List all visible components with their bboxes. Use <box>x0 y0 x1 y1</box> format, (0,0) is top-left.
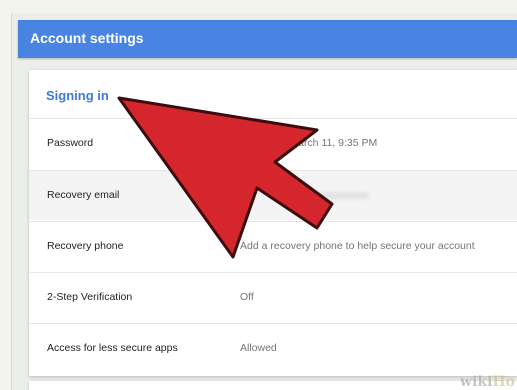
wikihow-watermark: wikiHo <box>460 374 515 390</box>
row-value: Add a recovery phone to help secure your… <box>240 240 475 252</box>
row-recovery-email[interactable]: Recovery email <box>29 170 517 220</box>
row-recovery-phone[interactable]: Recovery phone Add a recovery phone to h… <box>29 221 517 271</box>
next-card-edge <box>29 381 517 390</box>
account-settings-header: Account settings <box>18 20 517 58</box>
section-title-signing-in: Signing in <box>46 88 109 103</box>
signing-in-card: Signing in Password ged: March 11, 9:35 … <box>29 70 517 376</box>
row-value: Off <box>240 291 254 303</box>
row-value: Allowed <box>240 342 277 354</box>
row-password[interactable]: Password ged: March 11, 9:35 PM <box>29 118 517 168</box>
row-label: Access for less secure apps <box>47 342 178 354</box>
row-label: Password <box>47 137 94 149</box>
row-label: 2-Step Verification <box>47 291 133 303</box>
row-value: ged: March 11, 9:35 PM <box>266 137 378 149</box>
blurred-email-value <box>309 192 369 199</box>
page-title: Account settings <box>30 30 144 46</box>
row-2-step-verification[interactable]: 2-Step Verification Off <box>29 272 517 322</box>
row-label: Recovery email <box>47 189 120 201</box>
row-less-secure-apps[interactable]: Access for less secure apps Allowed <box>29 323 517 373</box>
row-label: Recovery phone <box>47 240 124 252</box>
